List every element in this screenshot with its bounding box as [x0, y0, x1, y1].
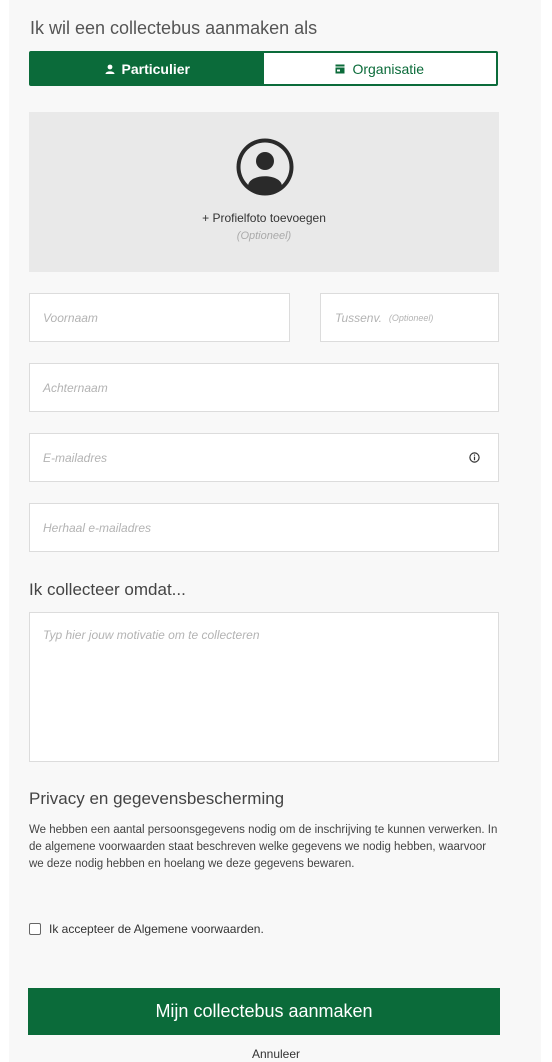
create-collectebus-button[interactable]: Mijn collectebus aanmaken — [28, 988, 500, 1035]
page-title: Ik wil een collectebus aanmaken als — [30, 18, 318, 38]
accept-label: Ik accepteer de Algemene voorwaarden. — [49, 922, 264, 936]
motivation-textarea[interactable]: Typ hier jouw motivatie om te collectere… — [29, 612, 499, 762]
profile-photo-upload[interactable]: + Profielfoto toevoegen (Optioneel) — [29, 112, 499, 272]
privacy-text: We hebben een aantal persoonsgegevens no… — [29, 824, 498, 870]
optional-label: (Optioneel) — [236, 230, 292, 242]
accept-checkbox[interactable] — [29, 923, 41, 935]
submit-label: Mijn collectebus aanmaken — [155, 1001, 373, 1021]
voornaam-input[interactable]: Voornaam — [29, 293, 290, 342]
tussenvoegsel-input[interactable]: Tussenv. (Optioneel) — [320, 293, 499, 342]
store-icon — [335, 64, 345, 73]
achternaam-placeholder: Achternaam — [43, 380, 108, 395]
tussenv-optional: (Optioneel) — [388, 312, 434, 323]
motivation-placeholder: Typ hier jouw motivatie om te collectere… — [43, 628, 260, 642]
avatar-icon — [236, 138, 294, 196]
email-input[interactable]: E-mailadres — [29, 433, 499, 482]
motivation-heading: Ik collecteer omdat... — [29, 580, 186, 599]
particulier-option[interactable]: Particulier — [31, 53, 264, 84]
organisatie-label: Organisatie — [352, 60, 425, 77]
voornaam-placeholder: Voornaam — [43, 310, 98, 325]
accept-terms-row[interactable]: Ik accepteer de Algemene voorwaarden. — [29, 922, 264, 936]
email-placeholder: E-mailadres — [43, 450, 108, 465]
achternaam-input[interactable]: Achternaam — [29, 363, 499, 412]
privacy-heading: Privacy en gegevensbescherming — [29, 789, 285, 808]
email-repeat-placeholder: Herhaal e-mailadres — [43, 520, 152, 535]
organisatie-option[interactable]: Organisatie — [264, 53, 497, 84]
tussenv-placeholder: Tussenv. — [335, 310, 382, 325]
email-repeat-input[interactable]: Herhaal e-mailadres — [29, 503, 499, 552]
particulier-label: Particulier — [121, 60, 190, 77]
person-icon — [105, 64, 114, 74]
info-icon[interactable] — [469, 452, 480, 463]
add-photo-label[interactable]: + Profielfoto toevoegen — [29, 211, 499, 225]
account-type-toggle: Particulier Organisatie — [29, 51, 498, 86]
cancel-link[interactable]: Annuleer — [0, 1047, 552, 1061]
